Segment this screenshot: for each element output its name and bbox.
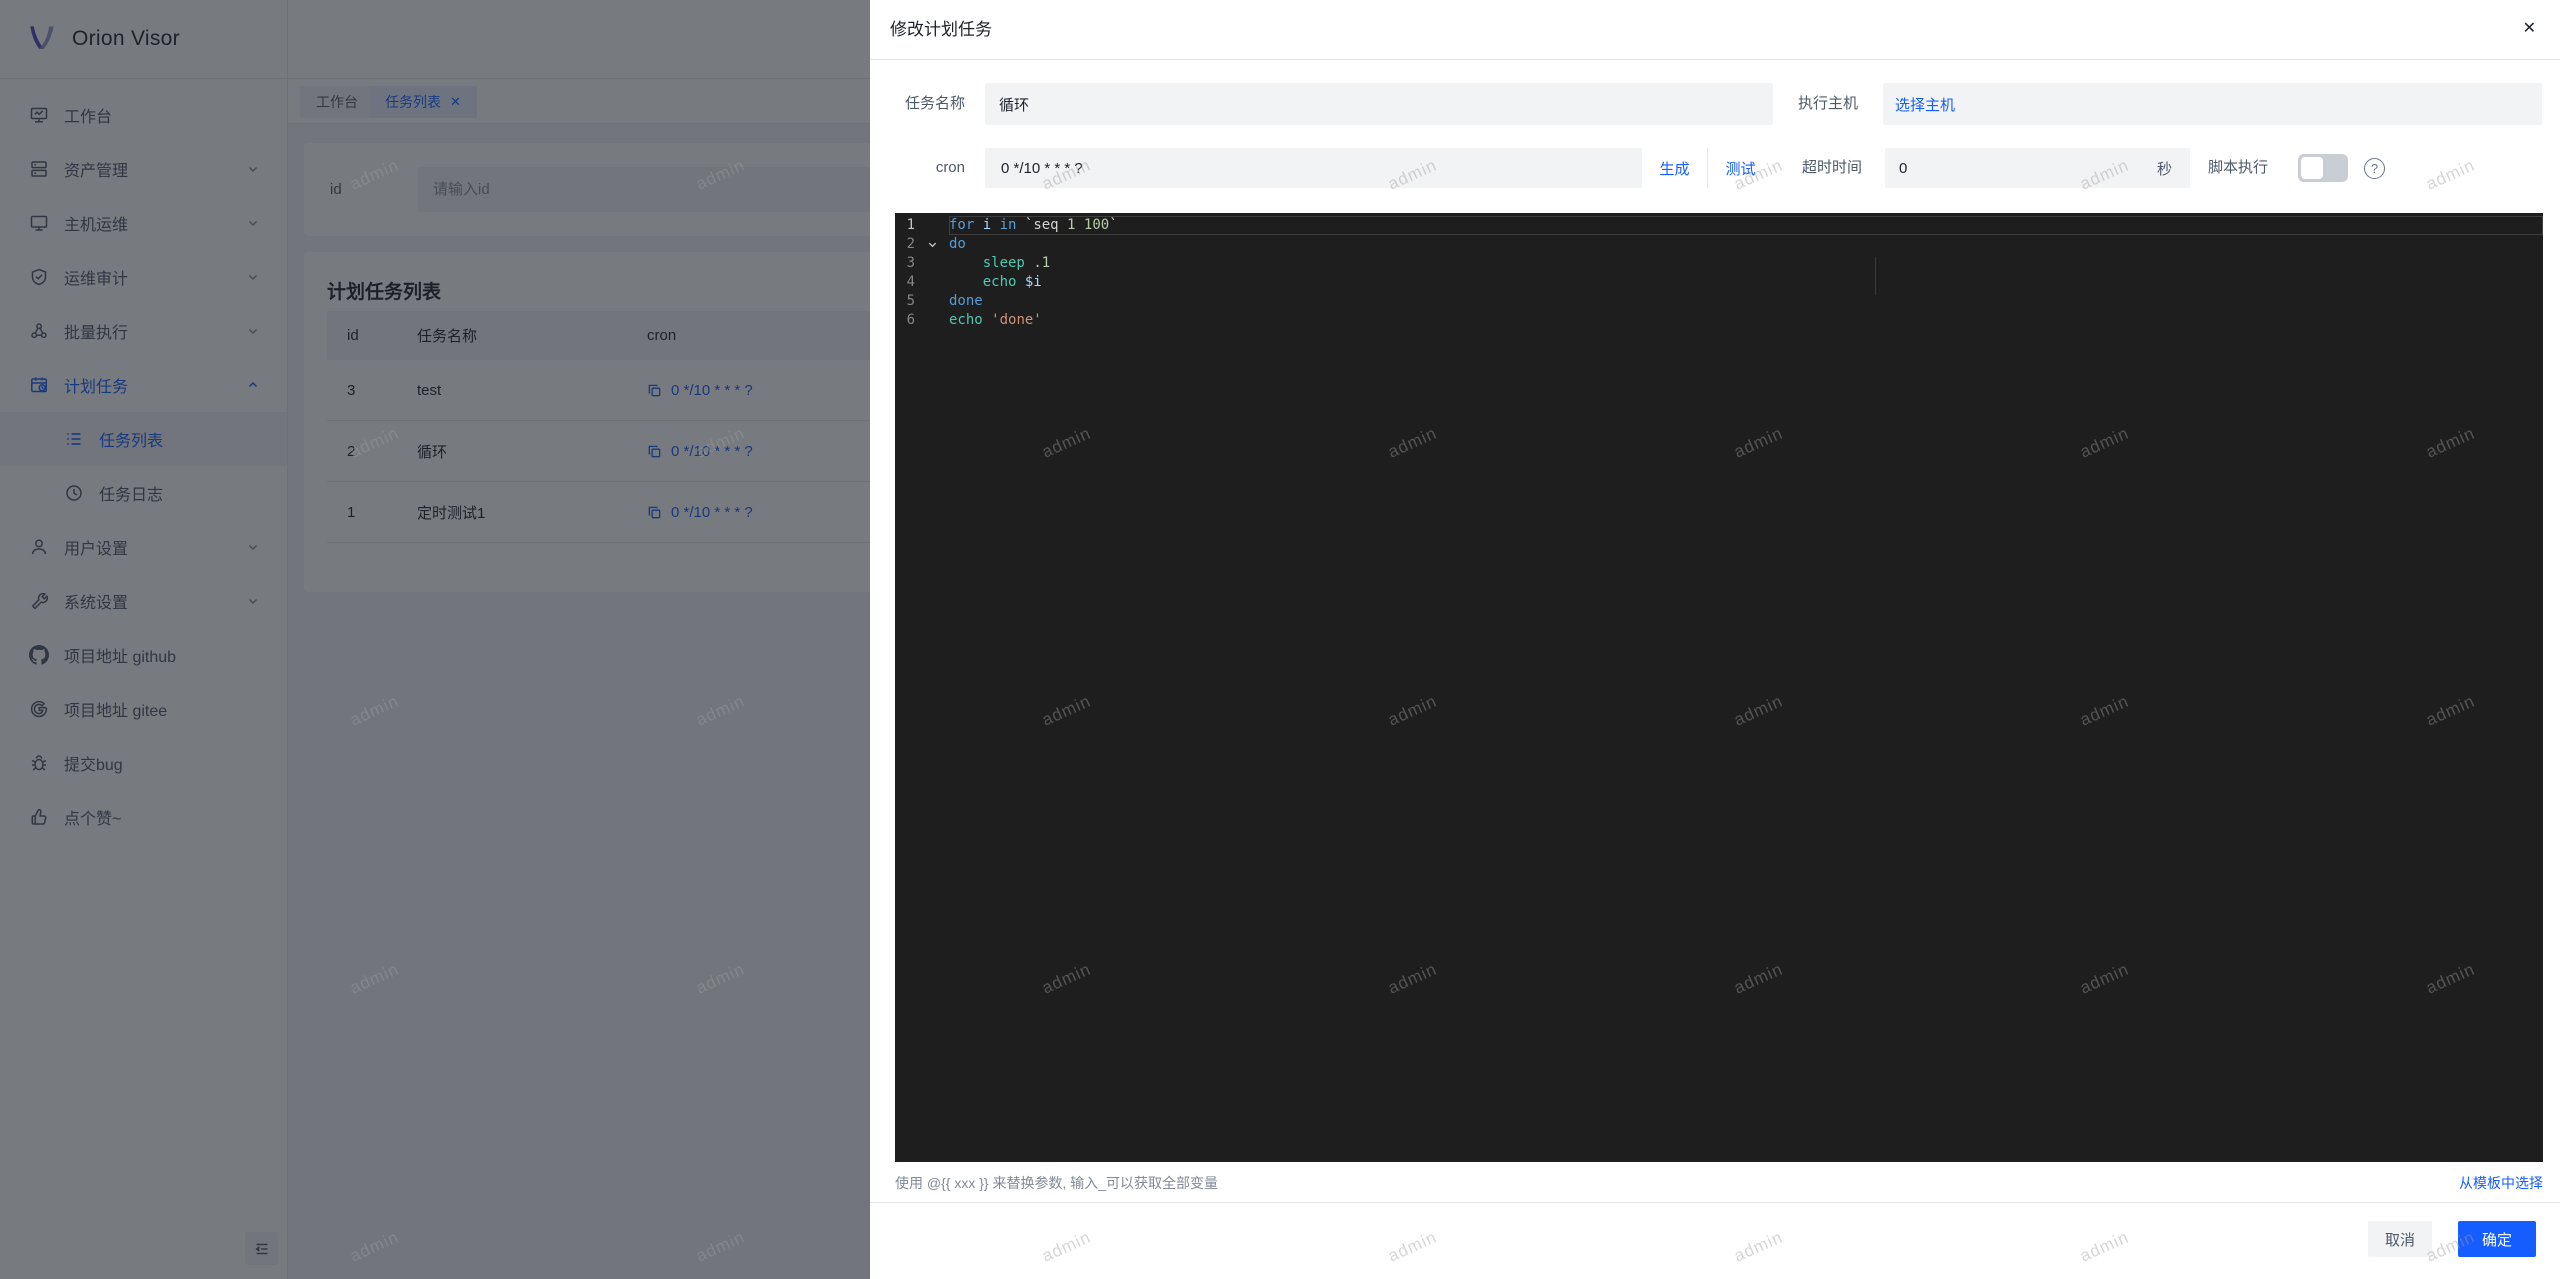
line-number: 2 — [906, 236, 915, 252]
exec-host-label: 执行主机 — [1797, 95, 1858, 112]
task-name-field — [985, 83, 1773, 125]
timeout-input[interactable] — [1885, 159, 2157, 177]
cancel-button[interactable]: 取消 — [2368, 1221, 2432, 1257]
line-number: 1 — [906, 217, 915, 233]
toggle-knob — [2301, 157, 2323, 179]
code-line: 4 echo $i — [895, 273, 2543, 292]
timeout-label: 超时时间 — [1801, 159, 1862, 176]
confirm-button[interactable]: 确定 — [2458, 1221, 2536, 1257]
code-line: 5 done — [895, 292, 2543, 311]
edit-task-drawer: 修改计划任务 ✕ 任务名称 执行主机 选择主机 cron 生成 测试 超时时间 … — [870, 0, 2560, 1279]
params-hint: 使用 @{{ xxx }} 来替换参数, 输入_可以获取全部变量 — [895, 1175, 1219, 1191]
code-line: 2 do — [895, 235, 2543, 254]
close-icon[interactable]: ✕ — [2523, 18, 2536, 38]
indent-guide — [1875, 257, 1876, 295]
timeout-field: 秒 — [1885, 148, 2190, 188]
cron-input[interactable] — [985, 159, 1642, 177]
drawer-footer: 取消 确定 — [870, 1202, 2560, 1279]
code-line: 6 echo 'done' — [895, 311, 2543, 330]
script-exec-label: 脚本执行 — [2208, 159, 2269, 176]
help-icon[interactable]: ? — [2364, 158, 2385, 179]
page: Orion Visor 工作台 资产管理 主机运维 运维审计 — [0, 0, 2560, 1279]
select-host-link[interactable]: 选择主机 — [1895, 94, 1955, 115]
timeout-unit: 秒 — [2156, 160, 2172, 178]
script-exec-toggle[interactable] — [2298, 154, 2348, 182]
fold-chevron-icon[interactable] — [915, 235, 949, 254]
editor-hint-row: 使用 @{{ xxx }} 来替换参数, 输入_可以获取全部变量 从模板中选择 — [895, 1166, 2543, 1200]
drawer-title: 修改计划任务 — [890, 20, 992, 39]
code-line: 3 sleep .1 — [895, 254, 2543, 273]
code-editor[interactable]: 1 for i in `seq 1 100` 2 do 3 sleep .1 4 e… — [895, 213, 2543, 1162]
code-line: 1 for i in `seq 1 100` — [895, 216, 2543, 235]
cron-field — [985, 148, 1642, 188]
cron-actions: 生成 测试 — [1642, 148, 1773, 188]
line-number: 5 — [906, 293, 915, 309]
line-number: 6 — [906, 312, 915, 328]
select-from-template-link[interactable]: 从模板中选择 — [2459, 1166, 2543, 1200]
current-line-highlight — [949, 216, 2543, 235]
generate-cron-link[interactable]: 生成 — [1659, 158, 1689, 179]
exec-host-field: 选择主机 — [1883, 83, 2542, 125]
line-number: 4 — [906, 274, 915, 290]
cron-field-group: 生成 测试 — [985, 148, 1773, 188]
task-name-label: 任务名称 — [904, 95, 965, 112]
test-cron-link[interactable]: 测试 — [1725, 158, 1755, 179]
task-name-input[interactable] — [985, 95, 1773, 113]
drawer-header: 修改计划任务 ✕ — [870, 0, 2560, 60]
line-number: 3 — [906, 255, 915, 271]
cron-label: cron — [935, 159, 965, 176]
